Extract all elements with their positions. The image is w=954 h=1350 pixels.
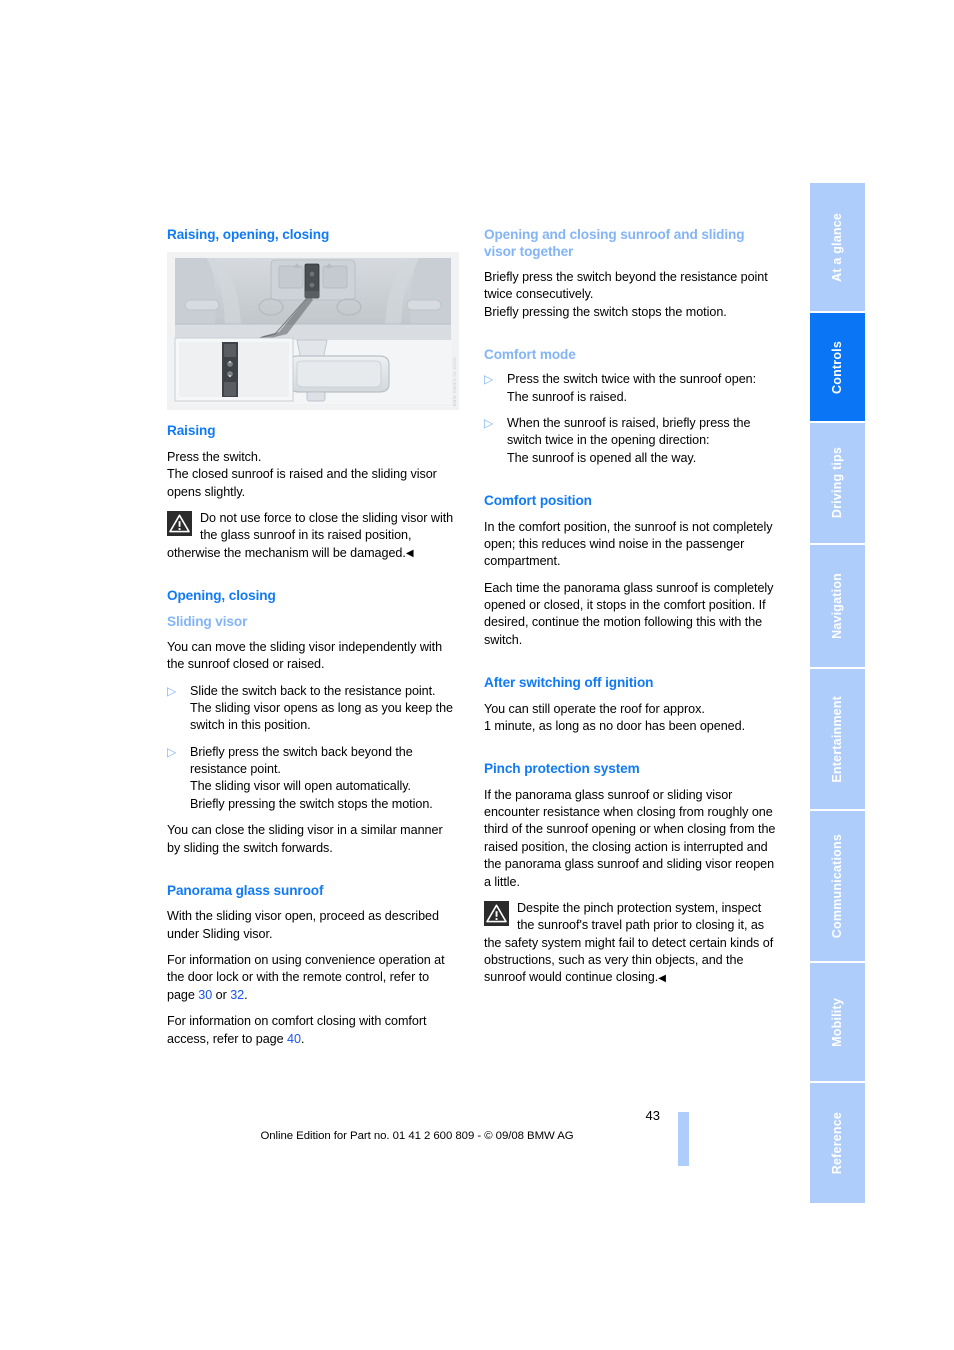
section-heading-panorama-glass-sunroof: Panorama glass sunroof	[167, 882, 324, 898]
list-item-text: Slide the switch back to the resistance …	[190, 683, 453, 733]
sidebar-item-reference[interactable]: Reference	[810, 1083, 865, 1203]
list-item: ▷ When the sunroof is raised, briefly pr…	[484, 415, 776, 467]
section-heading-after-switching-off-ignition: After switching off ignition	[484, 675, 654, 691]
page-number: 43	[645, 1108, 660, 1123]
section-heading-opening-closing: Opening, closing	[167, 588, 276, 604]
sidebar-item-controls[interactable]: Controls	[810, 313, 865, 421]
right-text-column: Opening and closing sunroof and sliding …	[484, 226, 776, 996]
end-of-note-marker: ◀	[405, 548, 414, 560]
sidebar-item-label: Driving tips	[830, 447, 845, 519]
sidebar-item-label: At a glance	[830, 212, 845, 282]
footer-accent-bar	[678, 1112, 689, 1166]
list-item: ▷ Briefly press the switch back beyond t…	[167, 744, 459, 814]
panorama-ref1-mid: or	[212, 987, 231, 1002]
sidebar-item-label: Reference	[830, 1111, 845, 1175]
sunroof-switch-illustration: BMW 0903/1 04 23/05	[167, 252, 459, 411]
sidebar-item-communications[interactable]: Communications	[810, 811, 865, 961]
panorama-ref2-after: .	[300, 1031, 305, 1046]
sidebar-item-at-a-glance[interactable]: At a glance	[810, 183, 865, 311]
chapter-tab-rail: At a glance Controls Driving tips Naviga…	[810, 183, 865, 1205]
left-text-column: Raising, opening, closing BMW 0903/1 04 …	[167, 226, 459, 1048]
list-item-text: Briefly press the switch back beyond the…	[190, 744, 433, 811]
subsection-heading-sliding-visor: Sliding visor	[167, 614, 248, 630]
raising-paragraph-text: Press the switch. The closed sunroof is …	[167, 449, 437, 499]
manual-page: At a glance Controls Driving tips Naviga…	[0, 0, 954, 1350]
pinch-note-text: Despite the pinch protection system, ins…	[484, 900, 774, 985]
list-item-text: When the sunroof is raised, briefly pres…	[507, 416, 751, 465]
triangle-right-bullet-icon: ▷	[484, 372, 494, 387]
end-of-note-marker: ◀	[658, 972, 666, 984]
sidebar-item-navigation[interactable]: Navigation	[810, 545, 865, 667]
panorama-reference-1: For information on using convenience ope…	[167, 952, 459, 1004]
triangle-right-bullet-icon: ▷	[167, 744, 177, 759]
sidebar-item-label: Controls	[830, 340, 845, 394]
warning-triangle-icon	[484, 900, 509, 926]
panorama-reference-2: For information on comfort closing with …	[167, 1013, 459, 1048]
panorama-ref1-after: .	[244, 987, 248, 1002]
footer-edition-text: Online Edition for Part no. 01 41 2 600 …	[260, 1130, 574, 1142]
together-paragraph: Briefly press the switch beyond the resi…	[484, 269, 768, 319]
section-heading-comfort-mode: Comfort mode	[484, 346, 576, 362]
list-item-text: Press the switch twice with the sunroof …	[507, 372, 757, 404]
sidebar-item-label: Communications	[830, 833, 845, 939]
section-heading-opening-closing-together: Opening and closing sunroof and sliding …	[484, 227, 745, 260]
sidebar-item-label: Mobility	[830, 997, 845, 1047]
page-title: Raising, opening, closing	[167, 227, 330, 242]
comfort-position-paragraph-2: Each time the panorama glass sunroof is …	[484, 580, 774, 647]
sidebar-item-driving-tips[interactable]: Driving tips	[810, 423, 865, 543]
triangle-right-bullet-icon: ▷	[167, 683, 177, 698]
list-item: ▷ Slide the switch back to the resistanc…	[167, 683, 459, 735]
section-heading-comfort-position: Comfort position	[484, 493, 592, 509]
raising-warning-note: Do not use force to close the sliding vi…	[167, 510, 459, 562]
list-item: ▷ Press the switch twice with the sunroo…	[484, 371, 776, 406]
after-ignition-paragraph: You can still operate the roof for appro…	[484, 701, 746, 733]
pinch-protection-paragraph: If the panorama glass sunroof or sliding…	[484, 787, 776, 889]
figure-code: BMW 0903/1 04 23/05	[452, 357, 457, 407]
sidebar-item-entertainment[interactable]: Entertainment	[810, 669, 865, 809]
page-reference-link-32[interactable]: 32	[230, 988, 244, 1002]
sliding-visor-intro: You can move the sliding visor independe…	[167, 639, 443, 672]
page-reference-link-30[interactable]: 30	[198, 988, 212, 1002]
warning-triangle-icon	[167, 510, 192, 536]
section-heading-pinch-protection-system: Pinch protection system	[484, 761, 640, 777]
section-heading-raising: Raising	[167, 423, 216, 439]
raising-paragraph: Press the switch. The closed sunroof is …	[167, 449, 459, 501]
pinch-protection-warning-note: Despite the pinch protection system, ins…	[484, 900, 776, 987]
triangle-right-bullet-icon: ▷	[484, 416, 494, 431]
page-reference-link-40[interactable]: 40	[287, 1032, 301, 1046]
sliding-visor-outro: You can close the sliding visor in a sim…	[167, 823, 443, 855]
sidebar-item-mobility[interactable]: Mobility	[810, 963, 865, 1081]
comfort-position-paragraph-1: In the comfort position, the sunroof is …	[484, 519, 773, 569]
sidebar-item-label: Navigation	[830, 573, 845, 639]
sidebar-item-label: Entertainment	[830, 695, 845, 783]
panorama-paragraph: With the sliding visor open, proceed as …	[167, 909, 439, 941]
